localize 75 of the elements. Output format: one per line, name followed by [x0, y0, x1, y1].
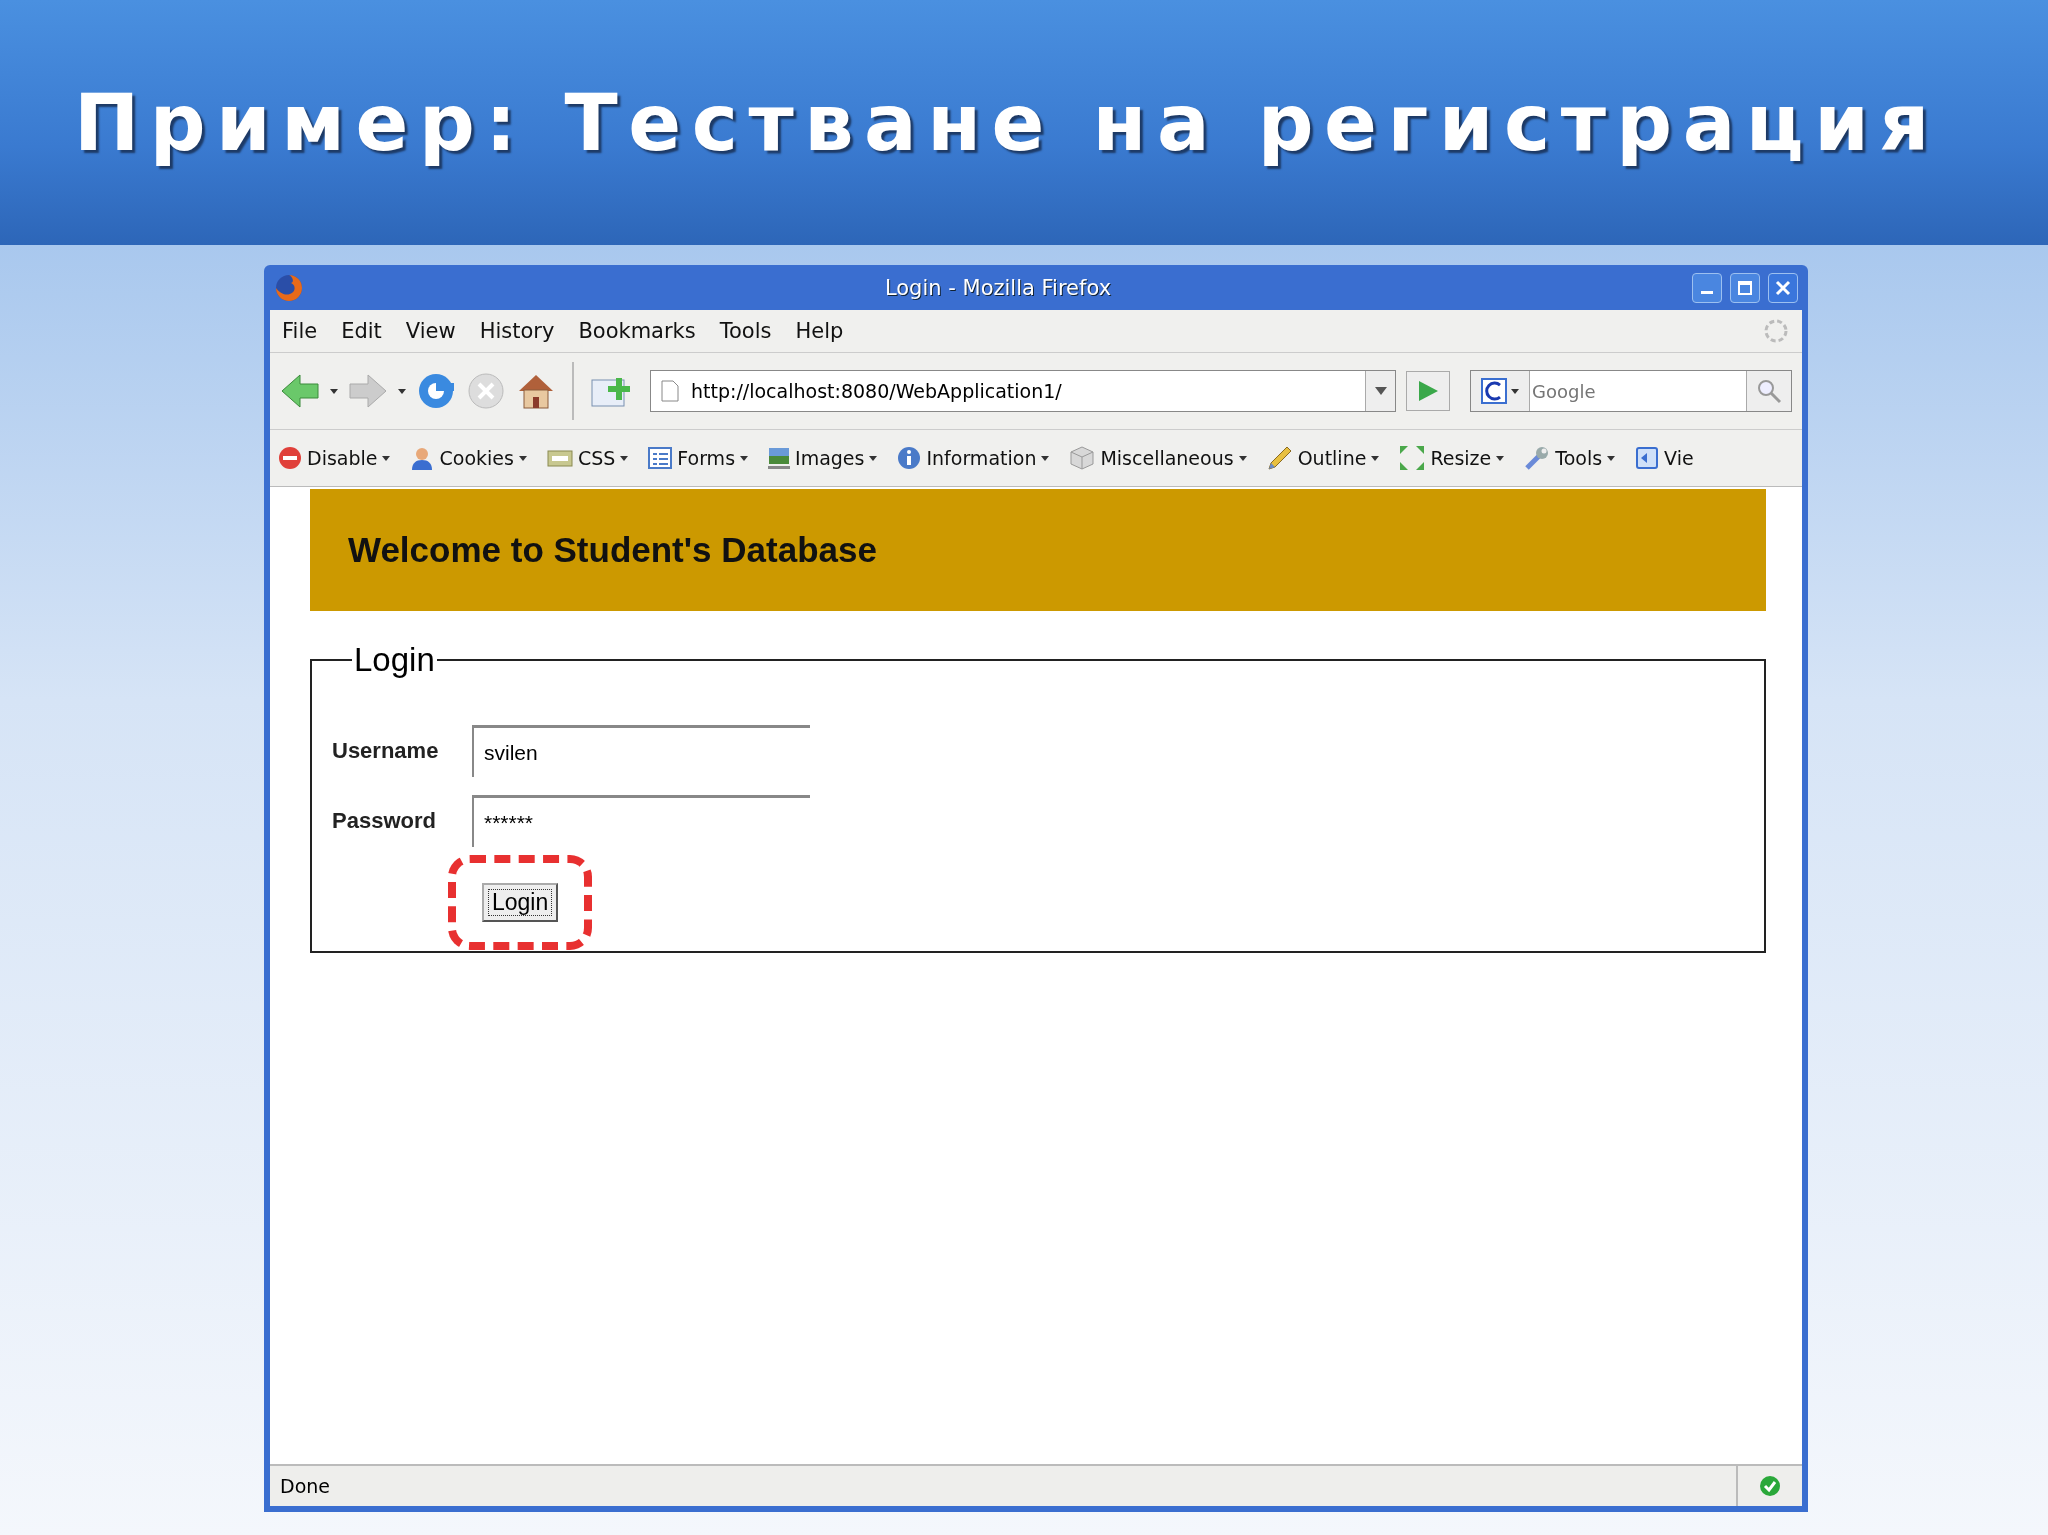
caret-icon: [1238, 455, 1247, 461]
menu-item[interactable]: View: [405, 319, 456, 343]
info-icon: [897, 446, 922, 470]
toolbar-menu-button[interactable]: Miscellaneous: [1069, 445, 1247, 471]
address-field[interactable]: http://localhost:8080/WebApplication1/: [689, 379, 1355, 403]
toolbar-menu-button[interactable]: Vie: [1635, 446, 1694, 470]
search-engine-icon: [1481, 378, 1507, 404]
banner-title: Welcome to Student's Database: [348, 530, 877, 570]
toolbar-menu-button[interactable]: CSS: [546, 447, 629, 469]
caret-icon: [1496, 455, 1505, 461]
throbber-icon: [1762, 317, 1790, 345]
maximize-icon: [1737, 279, 1753, 296]
field-label: Username: [332, 738, 440, 764]
login-button[interactable]: Login: [482, 883, 559, 922]
toolbar-menu-button[interactable]: Resize: [1399, 445, 1505, 471]
no-entry-icon: [278, 446, 302, 470]
caret-icon: [1374, 387, 1387, 395]
caret-icon: [330, 388, 338, 394]
maximize-button[interactable]: [1730, 272, 1760, 303]
cube-icon: [1069, 445, 1096, 471]
back-button[interactable]: [280, 373, 320, 409]
menu-item[interactable]: Tools: [719, 319, 772, 343]
toolbar-menu-button[interactable]: Outline: [1266, 445, 1380, 471]
page-icon: [1635, 446, 1660, 470]
menu-item[interactable]: Help: [795, 319, 844, 343]
browser-logo-icon: [274, 272, 304, 303]
minimize-icon: [1701, 291, 1713, 294]
wrench-icon: [1524, 445, 1551, 471]
caret-icon: [620, 455, 629, 461]
toolbar-menu-button[interactable]: Information: [897, 446, 1050, 470]
field-label: Password: [332, 808, 437, 834]
menu-item[interactable]: File: [282, 319, 318, 343]
play-icon: [1417, 380, 1439, 402]
caret-icon: [382, 455, 391, 461]
go-button[interactable]: [1406, 371, 1450, 411]
page-icon: [661, 380, 679, 402]
arrows-icon: [1399, 445, 1426, 471]
form-icon: [648, 447, 673, 469]
close-icon: [1775, 279, 1791, 296]
caret-icon: [1041, 455, 1050, 461]
toolbar-menu-button[interactable]: Forms: [648, 447, 749, 469]
history-dropdown-button[interactable]: [1365, 371, 1395, 411]
pencil-icon: [1266, 445, 1293, 471]
forward-history-button[interactable]: [398, 388, 406, 394]
status-text: Done: [279, 1474, 331, 1499]
toolbar-menu-button[interactable]: Disable: [278, 446, 391, 470]
search-box[interactable]: Google: [1470, 370, 1792, 412]
reload-button[interactable]: [416, 371, 456, 411]
caret-icon: [1607, 455, 1616, 461]
text-field[interactable]: ******: [472, 795, 810, 847]
caret-icon: [740, 455, 749, 461]
image-icon: [768, 446, 791, 470]
menu-item[interactable]: Edit: [341, 319, 382, 343]
person-icon: [410, 446, 435, 470]
window-title: Login - Mozilla Firefox: [883, 275, 1113, 300]
minimize-button[interactable]: [1692, 272, 1722, 303]
caret-icon: [1371, 455, 1380, 461]
caret-icon: [869, 455, 878, 461]
search-icon: [1756, 378, 1782, 404]
check-icon: [1759, 1475, 1781, 1497]
panel-legend: Login: [352, 641, 437, 679]
close-button[interactable]: [1768, 272, 1798, 303]
caret-icon: [398, 388, 406, 394]
toolbar-menu-button[interactable]: Images: [768, 446, 878, 470]
menu-item[interactable]: Bookmarks: [578, 319, 696, 343]
menu-item[interactable]: History: [479, 319, 555, 343]
caret-icon: [518, 455, 527, 461]
toolbar-menu-button[interactable]: Cookies: [410, 446, 527, 470]
slide-title: Пример: Тестване на регистрация: [74, 77, 1940, 168]
text-field[interactable]: svilen: [472, 725, 810, 777]
back-history-button[interactable]: [330, 388, 338, 394]
card-icon: [546, 448, 573, 468]
address-bar[interactable]: http://localhost:8080/WebApplication1/: [650, 370, 1396, 412]
toolbar-menu-button[interactable]: Tools: [1524, 445, 1616, 471]
caret-icon: [1511, 388, 1519, 394]
